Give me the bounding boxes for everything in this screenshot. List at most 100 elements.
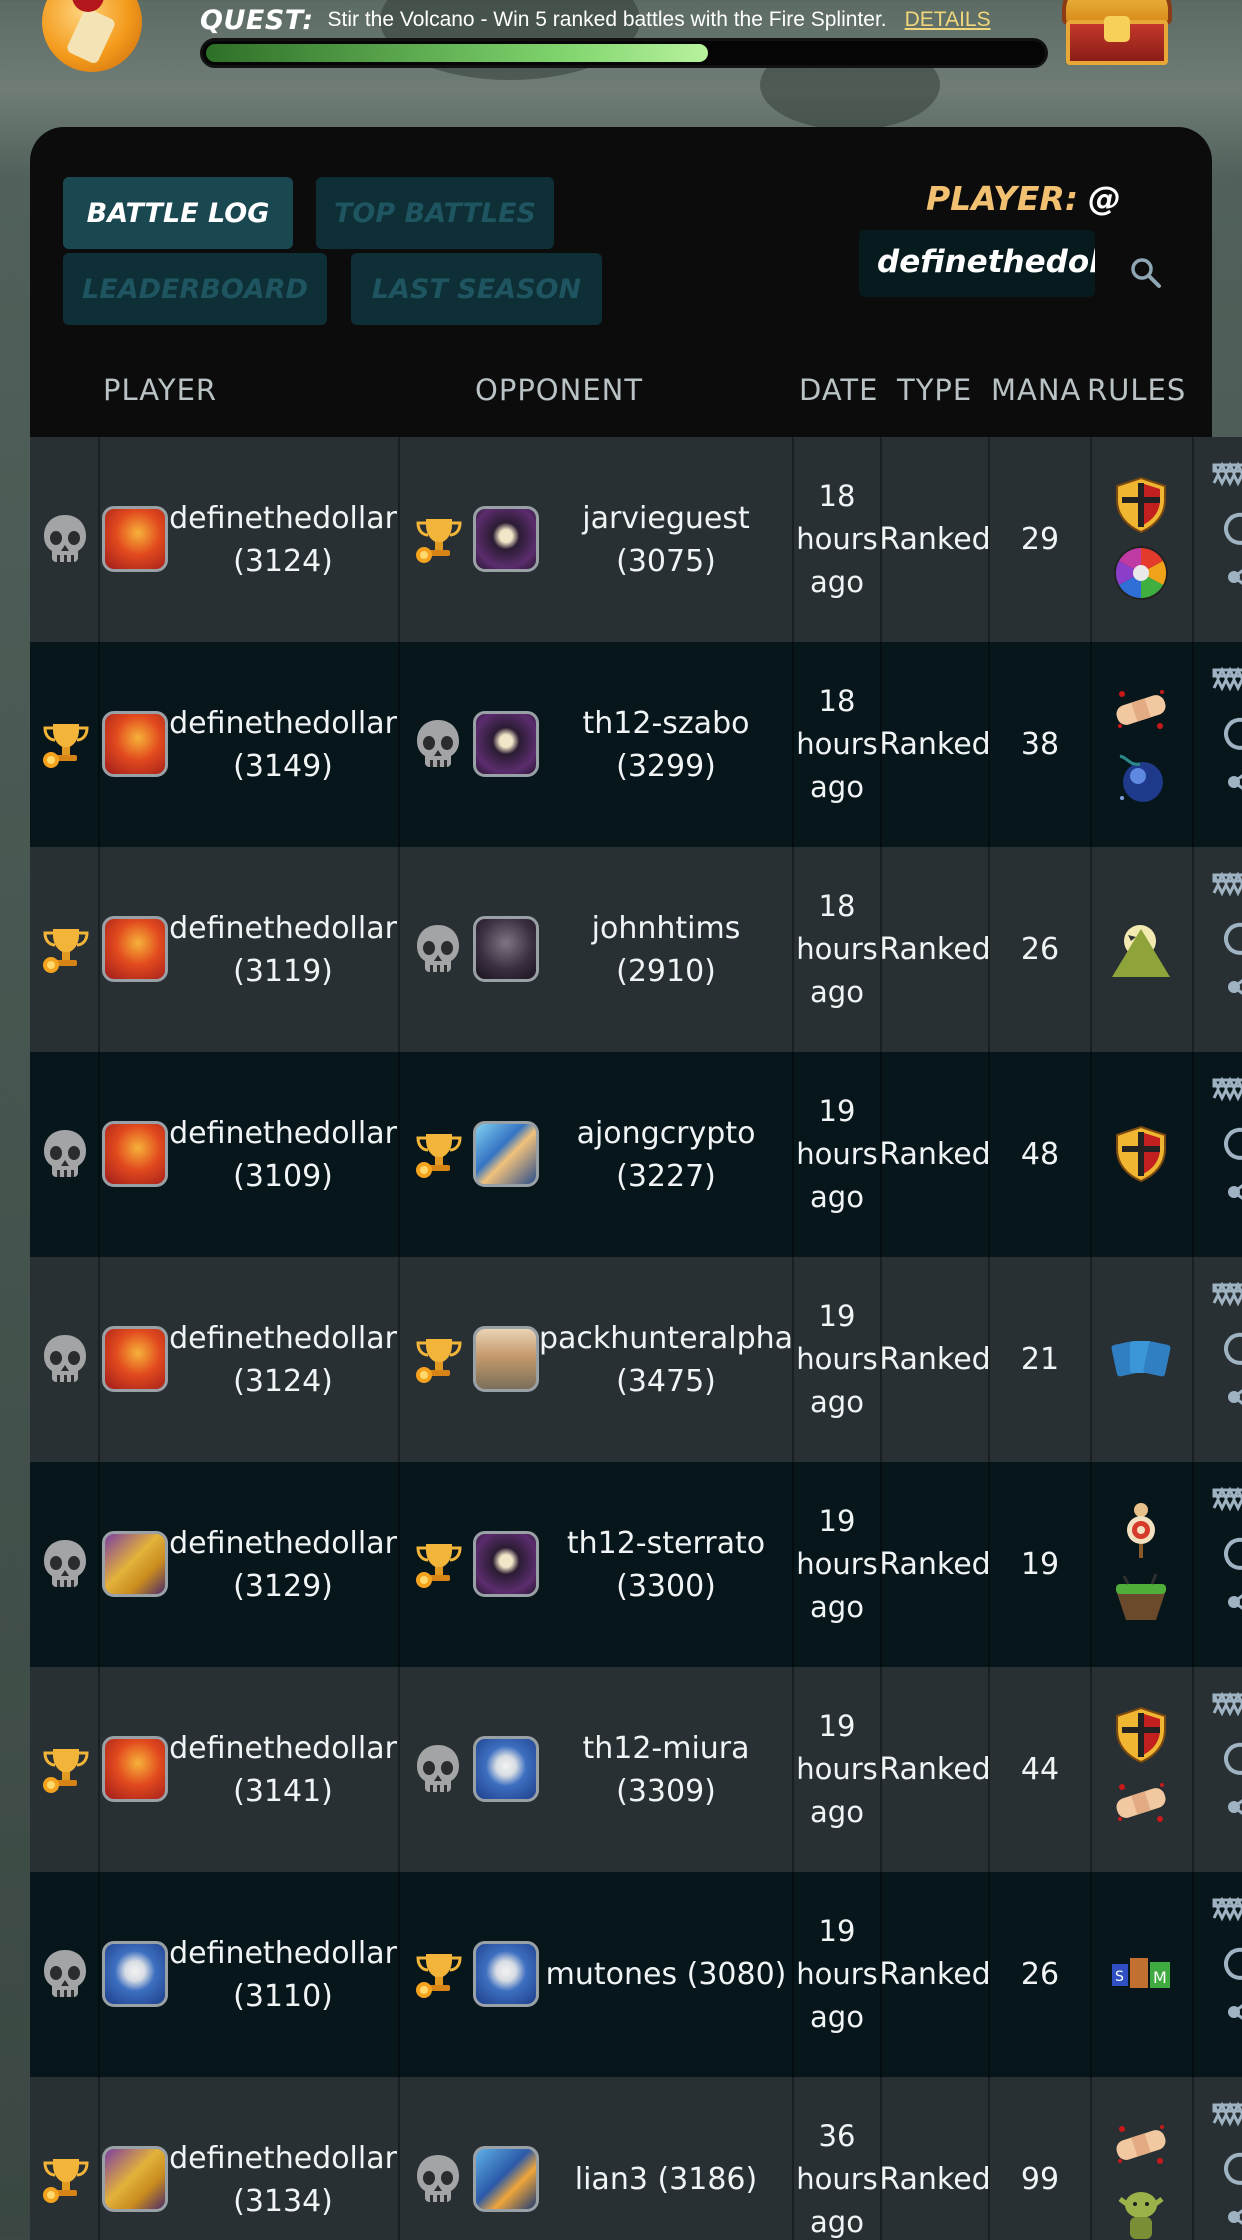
player-rating: (3110)	[233, 1978, 333, 2014]
column-header-player[interactable]: PLAYER	[103, 373, 217, 407]
opponent-summoner-avatar[interactable]	[473, 916, 539, 982]
player-summoner-avatar[interactable]	[102, 1531, 168, 1597]
column-header-rules[interactable]: RULES	[1087, 373, 1186, 407]
opponent-summoner-avatar[interactable]	[473, 1326, 539, 1392]
opponent-summoner-avatar[interactable]	[473, 2146, 539, 2212]
reward-chest-icon[interactable]	[1052, 0, 1182, 70]
battle-row[interactable]: definethedollar (3141) th12-miura (3309) 1…	[30, 1667, 1242, 1872]
battle-actions-icons	[1212, 1076, 1242, 1200]
player-summoner-avatar[interactable]	[102, 1326, 168, 1392]
battle-date: 19 hours ago	[794, 1462, 880, 1667]
column-header-date[interactable]: DATE	[799, 373, 878, 407]
opponent-name[interactable]: th12-sterrato	[567, 1522, 765, 1565]
player-rating: (3149)	[233, 748, 333, 784]
battle-date-text: 19 hours ago	[796, 1709, 878, 1829]
player-search-input[interactable]: definethedollar	[859, 230, 1095, 297]
player-summoner-avatar[interactable]	[102, 916, 168, 982]
rainbow-wheel-rule-icon[interactable]	[1110, 543, 1172, 603]
trophy-icon	[37, 2151, 93, 2207]
floating-island-rule-icon[interactable]	[1110, 1568, 1172, 1628]
opponent-summoner-avatar[interactable]	[473, 1531, 539, 1597]
armored-shield-rule-icon[interactable]	[1110, 475, 1172, 535]
cards-rule-icon[interactable]	[1110, 1329, 1172, 1389]
battle-actions[interactable]	[1200, 1872, 1242, 2077]
player-name[interactable]: definethedollar	[169, 702, 397, 745]
target-dummy-rule-icon[interactable]	[1110, 1500, 1172, 1560]
battle-row[interactable]: definethedollar (3109) ajongcrypto (3227) …	[30, 1052, 1242, 1257]
opponent-cell: lian3 (3186)	[540, 2077, 792, 2240]
opponent-name[interactable]: packhunteralpha	[539, 1317, 793, 1360]
battle-row[interactable]: definethedollar (3110) mutones (3080) 19 …	[30, 1872, 1242, 2077]
tab-last-season[interactable]: LAST SEASON	[351, 253, 602, 325]
opponent-rating: (3475)	[616, 1363, 716, 1399]
battle-actions[interactable]	[1200, 847, 1242, 1052]
opponent-name[interactable]: johnhtims (2910)	[540, 907, 792, 993]
bandage-rule-icon[interactable]	[1110, 1773, 1172, 1833]
battle-actions-icons	[1212, 461, 1242, 585]
player-summoner-avatar[interactable]	[102, 711, 168, 777]
battle-actions[interactable]	[1200, 2077, 1242, 2240]
player-name[interactable]: definethedollar	[169, 1317, 397, 1360]
battle-row[interactable]: definethedollar (3134) lian3 (3186) 36 ho…	[30, 2077, 1242, 2240]
opponent-name[interactable]: mutones (3080)	[546, 1953, 787, 1996]
player-name[interactable]: definethedollar	[169, 907, 397, 950]
opponent-name[interactable]: th12-miura	[582, 1727, 749, 1770]
battle-actions[interactable]	[1200, 1667, 1242, 1872]
player-name[interactable]: definethedollar	[169, 1727, 397, 1770]
battle-row[interactable]: definethedollar (3119) johnhtims (2910) 1…	[30, 847, 1242, 1052]
opponent-cell: th12-szabo (3299)	[540, 642, 792, 847]
player-summoner-avatar[interactable]	[102, 2146, 168, 2212]
skull-icon	[37, 1331, 93, 1387]
small-medium-large-rule-icon[interactable]: SM	[1110, 1944, 1172, 2004]
bandage-rule-icon[interactable]	[1110, 680, 1172, 740]
player-name[interactable]: definethedollar	[169, 497, 397, 540]
opponent-name[interactable]: ajongcrypto	[577, 1112, 756, 1155]
player-rating: (3134)	[233, 2183, 333, 2219]
player-name[interactable]: definethedollar	[169, 2137, 397, 2180]
quest-scroll-icon[interactable]	[42, 0, 142, 72]
battle-actions[interactable]	[1200, 1052, 1242, 1257]
battle-row[interactable]: definethedollar (3124) packhunteralpha (34…	[30, 1257, 1242, 1462]
column-header-mana[interactable]: MANA	[991, 373, 1081, 407]
column-header-opponent[interactable]: OPPONENT	[475, 373, 643, 407]
tab-top-battles[interactable]: TOP BATTLES	[316, 177, 554, 249]
player-name[interactable]: definethedollar	[169, 1932, 397, 1975]
tab-leaderboard[interactable]: LEADERBOARD	[63, 253, 327, 325]
battle-actions[interactable]	[1200, 642, 1242, 847]
column-header-type[interactable]: TYPE	[897, 373, 972, 407]
opponent-summoner-avatar[interactable]	[473, 506, 539, 572]
opponent-summoner-avatar[interactable]	[473, 1121, 539, 1187]
search-icon[interactable]	[1128, 255, 1162, 289]
armored-shield-rule-icon[interactable]	[1110, 1124, 1172, 1184]
battle-actions[interactable]	[1200, 437, 1242, 642]
opponent-name[interactable]: lian3 (3186)	[575, 2158, 757, 2201]
player-name[interactable]: definethedollar	[169, 1522, 397, 1565]
dark-orb-rule-icon[interactable]	[1110, 748, 1172, 808]
opponent-name[interactable]: jarvieguest	[582, 497, 750, 540]
battle-row[interactable]: definethedollar (3149) th12-szabo (3299) 1…	[30, 642, 1242, 847]
tab-battle-log[interactable]: BATTLE LOG	[63, 177, 293, 249]
player-summoner-avatar[interactable]	[102, 1941, 168, 2007]
opponent-summoner-avatar[interactable]	[473, 1736, 539, 1802]
battle-type: Ranked	[879, 1752, 991, 1787]
battle-date-text: 19 hours ago	[796, 1504, 878, 1624]
quest-details-link[interactable]: DETAILS	[905, 8, 991, 32]
battle-type: Ranked	[879, 1342, 991, 1377]
opponent-summoner-avatar[interactable]	[473, 1941, 539, 2007]
opponent-summoner-avatar[interactable]	[473, 711, 539, 777]
battle-actions[interactable]	[1200, 1462, 1242, 1667]
player-name[interactable]: definethedollar	[169, 1112, 397, 1155]
player-summoner-avatar[interactable]	[102, 506, 168, 572]
player-summoner-avatar[interactable]	[102, 1121, 168, 1187]
player-summoner-avatar[interactable]	[102, 1736, 168, 1802]
bandage-rule-icon[interactable]	[1110, 2115, 1172, 2175]
opponent-name[interactable]: th12-szabo	[583, 702, 750, 745]
moonlit-mountain-rule-icon[interactable]	[1110, 919, 1172, 979]
goblin-rule-icon[interactable]	[1110, 2183, 1172, 2240]
at-sign: @	[1088, 179, 1122, 218]
battle-row[interactable]: definethedollar (3124) jarvieguest (3075) …	[30, 437, 1242, 642]
battle-actions[interactable]	[1200, 1257, 1242, 1462]
battle-date: 36 hours ago	[794, 2077, 880, 2240]
battle-row[interactable]: definethedollar (3129) th12-sterrato (3300…	[30, 1462, 1242, 1667]
armored-shield-rule-icon[interactable]	[1110, 1705, 1172, 1765]
